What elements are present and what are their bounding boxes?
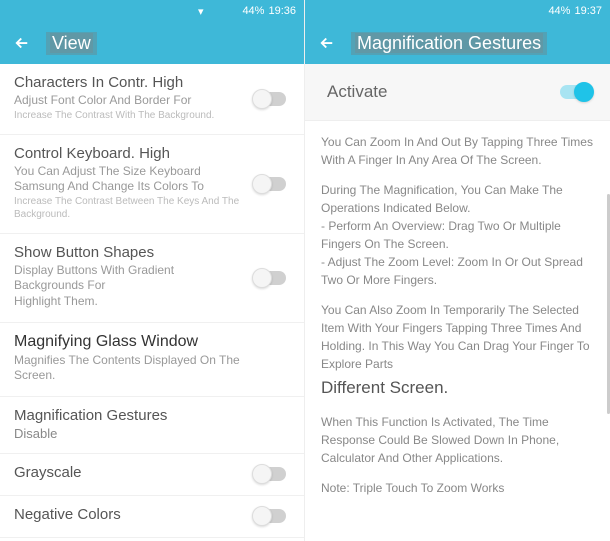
item-subtitle-b: Samsung And Change Its Colors To [14,179,246,195]
desc-p3b: Different Screen. [321,375,594,401]
item-control-keyboard[interactable]: Control Keyboard. High You Can Adjust Th… [0,135,304,234]
item-title: Control Keyboard. High [14,145,246,162]
item-title: Show Button Shapes [14,244,246,261]
item-subtitle-2: Increase The Contrast With The Backgroun… [14,109,246,122]
desc-p3a: You Can Also Zoom In Temporarily The Sel… [321,303,590,371]
page-title: View [46,32,97,55]
toggle-switch[interactable] [254,177,286,191]
item-title: Characters In Contr. High [14,74,246,91]
item-show-button-shapes[interactable]: Show Button Shapes Display Buttons With … [0,234,304,323]
right-screen: 44% 19:37 Magnification Gestures Activat… [305,0,610,541]
item-grayscale[interactable]: Grayscale [0,454,304,496]
activate-label: Activate [327,82,588,102]
item-magnification-gestures[interactable]: Magnification Gestures Disable [0,397,304,454]
settings-list: Characters In Contr. High Adjust Font Co… [0,64,304,541]
desc-p4: When This Function Is Activated, The Tim… [321,413,594,467]
item-subtitle: Adjust Font Color And Border For [14,93,246,109]
item-subtitle: Magnifies The Contents Displayed On The … [14,353,246,384]
desc-p5: Note: Triple Touch To Zoom Works [321,479,594,497]
time-text: 19:36 [268,5,296,17]
desc-p2b: - Perform An Overview: Drag Two Or Multi… [321,219,561,251]
battery-text: 44% [548,5,570,17]
desc-p3: You Can Also Zoom In Temporarily The Sel… [321,301,594,401]
time-text: 19:37 [574,5,602,17]
item-title: Magnifying Glass Window [14,333,246,351]
item-state: Disable [14,426,246,441]
back-icon[interactable] [317,33,337,53]
activate-toggle[interactable] [560,85,592,99]
network-icon: ▾ [198,5,204,18]
item-subtitle: Display Buttons With Gradient Background… [14,263,246,294]
item-negative-colors[interactable]: Negative Colors [0,496,304,538]
battery-text: 44% [242,5,264,17]
desc-p2: During The Magnification, You Can Make T… [321,181,594,289]
header-bar: Magnification Gestures [305,22,610,64]
status-bar: 44% 19:37 [305,0,610,22]
toggle-switch[interactable] [254,509,286,523]
detail-content: Activate You Can Zoom In And Out By Tapp… [305,64,610,541]
activate-row[interactable]: Activate [305,64,610,121]
header-bar: View [0,22,304,64]
item-title: Magnification Gestures [14,407,246,424]
item-subtitle: You Can Adjust The Size Keyboard [14,164,246,180]
item-magnifying-glass[interactable]: Magnifying Glass Window Magnifies The Co… [0,323,304,397]
toggle-switch[interactable] [254,92,286,106]
left-screen: ▾ 44% 19:36 View Characters In Contr. Hi… [0,0,305,541]
item-title: Grayscale [14,464,246,481]
back-icon[interactable] [12,33,32,53]
item-characters-contrast[interactable]: Characters In Contr. High Adjust Font Co… [0,64,304,135]
item-subtitle-2: Increase The Contrast Between The Keys A… [14,195,246,221]
description: You Can Zoom In And Out By Tapping Three… [305,121,610,519]
item-subtitle-b: Highlight Them. [14,294,246,310]
desc-p2c: - Adjust The Zoom Level: Zoom In Or Out … [321,255,583,287]
item-title: Negative Colors [14,506,246,523]
page-title: Magnification Gestures [351,32,547,55]
status-bar: ▾ 44% 19:36 [0,0,304,22]
toggle-switch[interactable] [254,271,286,285]
toggle-switch[interactable] [254,467,286,481]
desc-p1: You Can Zoom In And Out By Tapping Three… [321,133,594,169]
desc-p2a: During The Magnification, You Can Make T… [321,183,563,215]
